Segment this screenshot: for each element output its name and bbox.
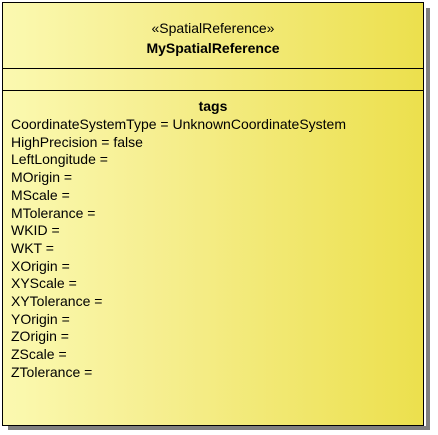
class-shadow-bottom [8,426,430,430]
tag-line: WKID = [11,222,60,239]
tag-line: WKT = [11,239,54,256]
tag-line: MScale = [11,186,70,203]
tag-line: LeftLongitude = [11,151,108,168]
tag-line: XOrigin = [11,257,70,274]
class-name: MySpatialReference [146,40,280,56]
tag-line: ZOrigin = [11,328,69,345]
tag-line: XYTolerance = [11,293,103,310]
tag-line: MTolerance = [11,204,96,221]
tag-line: MOrigin = [11,169,73,186]
tag-line: ZScale = [11,346,67,363]
tag-line: CoordinateSystemType = UnknownCoordinate… [11,116,347,132]
uml-class-box[interactable]: «SpatialReference» MySpatialReference ta… [2,2,424,426]
tag-line: HighPrecision = false [11,133,143,150]
tags-title: tags [198,98,228,114]
tag-line: XYScale = [11,275,77,292]
tag-line: ZTolerance = [11,363,93,380]
class-shadow-right [426,8,430,428]
class-header-compartment: «SpatialReference» MySpatialReference [3,3,423,69]
class-stereotype: «SpatialReference» [151,20,275,36]
attributes-compartment [3,69,423,91]
tag-list: CoordinateSystemType = UnknownCoordinate… [11,116,346,382]
tags-compartment: tags CoordinateSystemType = UnknownCoord… [3,91,423,425]
tag-line: YOrigin = [11,310,70,327]
